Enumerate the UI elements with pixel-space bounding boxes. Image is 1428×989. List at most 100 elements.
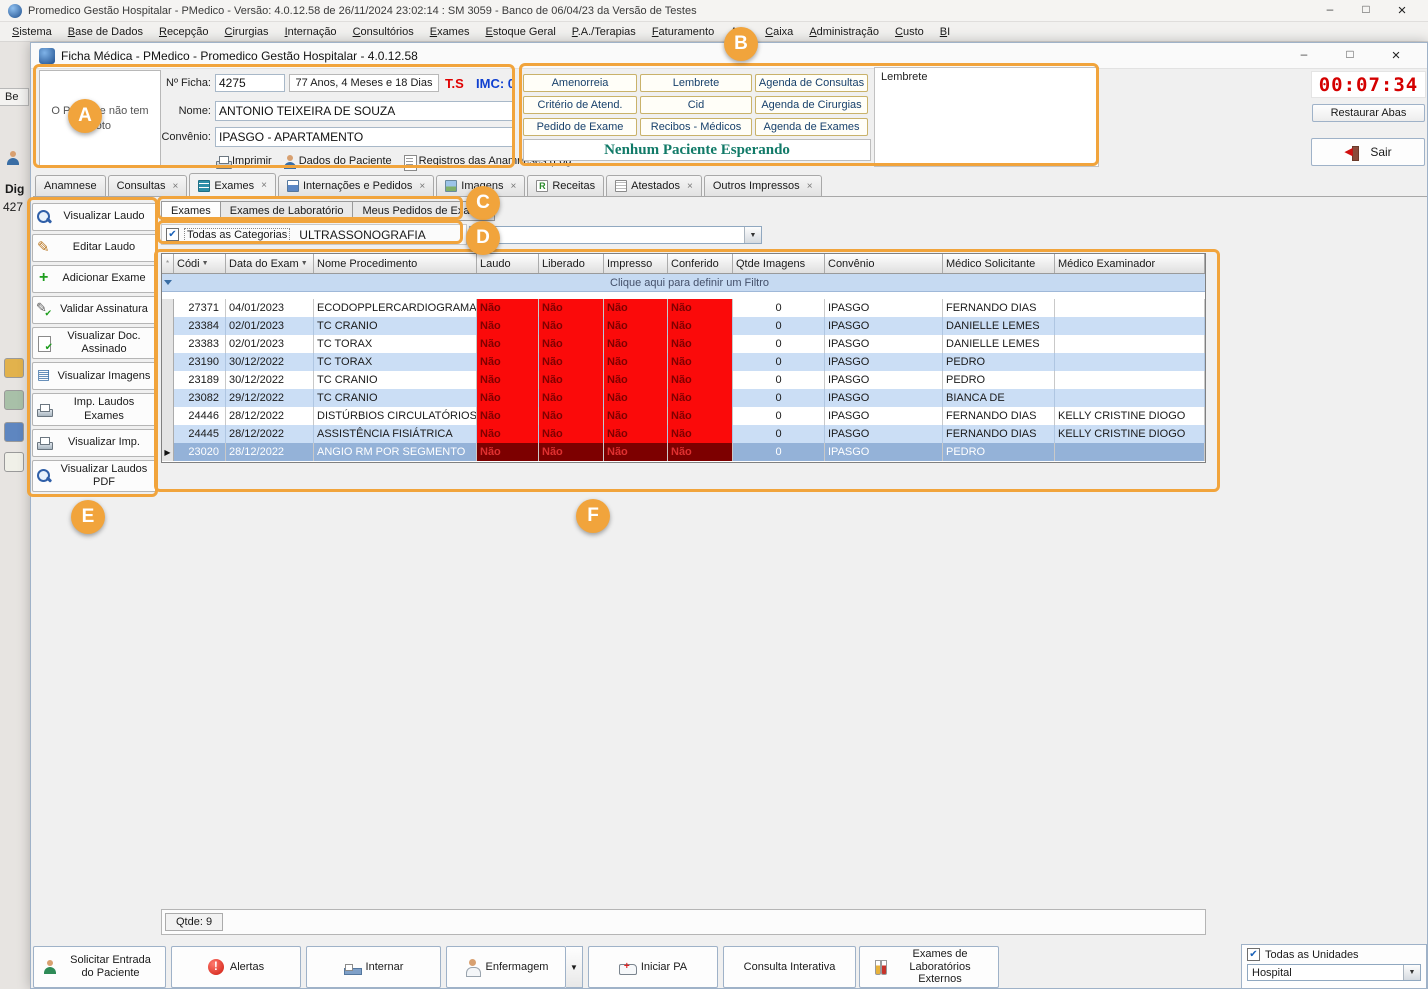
- menu-item-ans[interactable]: Ans: [722, 23, 757, 41]
- tab-imagens[interactable]: Imagens ×: [436, 175, 526, 196]
- exam-row[interactable]: 23082 29/12/2022 TC CRANIO Não Não Não Não 0 IPA…: [162, 389, 1205, 407]
- bottom-button-consulta-interativa[interactable]: Consulta Interativa: [723, 946, 856, 988]
- column-header-nome-procedimento[interactable]: Nome Procedimento: [314, 254, 477, 273]
- menu-item-internacao[interactable]: Internação: [277, 23, 345, 41]
- exam-row[interactable]: ▶ 23020 28/12/2022 ANGIO RM POR SEGMENTO Não…: [162, 443, 1205, 461]
- bottom-button-alertas[interactable]: Alertas: [171, 946, 301, 988]
- ficha-maximize-button[interactable]: □: [1327, 47, 1373, 61]
- menu-item-sistema[interactable]: Sistema: [4, 23, 60, 41]
- subtab-meus-pedidos-de-exame[interactable]: Meus Pedidos de Exame: [353, 201, 495, 221]
- todas-unidades-checkbox[interactable]: ✔: [1247, 948, 1260, 961]
- subtab-exames[interactable]: Exames: [161, 201, 221, 221]
- toolbar-button-visualizar-imagens[interactable]: Visualizar Imagens: [32, 362, 157, 391]
- column-header-impresso[interactable]: Impresso: [604, 254, 668, 273]
- subtab-exames-de-laboratorio[interactable]: Exames de Laboratório: [220, 201, 354, 221]
- column-header-medico-examinador[interactable]: Médico Examinador: [1055, 254, 1205, 273]
- tab-receitas[interactable]: Receitas: [527, 175, 605, 196]
- grid-filter-row[interactable]: Clique aqui para definir um Filtro: [162, 274, 1205, 292]
- filter-dropdown-icon[interactable]: ▼: [301, 260, 308, 267]
- background-tab-fragment[interactable]: Be: [0, 88, 29, 106]
- exam-row[interactable]: 23383 02/01/2023 TC TORAX Não Não Não Não 0 IPAS…: [162, 335, 1205, 353]
- quick-button-recibos-medicos[interactable]: Recibos - Médicos: [640, 118, 752, 136]
- background-icon-1[interactable]: [4, 358, 24, 378]
- bottom-button-solicitar-entrada-do-paciente[interactable]: Solicitar Entrada do Paciente: [33, 946, 166, 988]
- tab-consultas[interactable]: Consultas ×: [107, 175, 188, 196]
- ficha-number-input[interactable]: [215, 74, 285, 92]
- quick-button-criterio-de-atend[interactable]: Critério de Atend.: [523, 96, 637, 114]
- tab-close-icon[interactable]: ×: [419, 181, 425, 192]
- quick-button-agenda-de-exames[interactable]: Agenda de Exames: [755, 118, 868, 136]
- toolbar-button-visualizar-doc-assinado[interactable]: Visualizar Doc. Assinado: [32, 327, 157, 360]
- exam-row[interactable]: 23189 30/12/2022 TC CRANIO Não Não Não Não 0 IPA…: [162, 371, 1205, 389]
- toolbar-button-adicionar-exame[interactable]: Adicionar Exame: [32, 265, 157, 293]
- exam-row[interactable]: 23190 30/12/2022 TC TORAX Não Não Não Não 0 IPAS…: [162, 353, 1205, 371]
- bottom-button-exames-de-laboratorios-externos[interactable]: Exames de Laboratórios Externos: [859, 946, 999, 988]
- quick-button-agenda-de-consultas[interactable]: Agenda de Consultas: [755, 74, 868, 92]
- bottom-button-internar[interactable]: Internar: [306, 946, 441, 988]
- tab-atestados[interactable]: Atestados ×: [606, 175, 702, 196]
- restaurar-abas-button[interactable]: Restaurar Abas: [1312, 104, 1425, 122]
- chevron-down-icon[interactable]: ▼: [744, 227, 761, 243]
- minimize-button[interactable]: –: [1312, 2, 1348, 16]
- column-header-medico-solicitante[interactable]: Médico Solicitante: [943, 254, 1055, 273]
- background-icon-3[interactable]: [4, 422, 24, 442]
- menu-item-exames[interactable]: Exames: [422, 23, 478, 41]
- imc-label[interactable]: IMC: 0: [476, 76, 515, 91]
- tab-close-icon[interactable]: ×: [807, 181, 813, 192]
- menu-item-p-a-terapias[interactable]: P.A./Terapias: [564, 23, 644, 41]
- ts-label[interactable]: T.S: [445, 76, 464, 91]
- maximize-button[interactable]: □: [1348, 2, 1384, 16]
- quick-button-pedido-de-exame[interactable]: Pedido de Exame: [523, 118, 637, 136]
- close-button[interactable]: ×: [1384, 2, 1420, 19]
- ficha-minimize-button[interactable]: –: [1281, 47, 1327, 61]
- tab-close-icon[interactable]: ×: [261, 180, 267, 191]
- menu-item-faturamento[interactable]: Faturamento: [644, 23, 722, 41]
- menu-item-base-de-dados[interactable]: Base de Dados: [60, 23, 151, 41]
- unit-combobox[interactable]: Hospital ▼: [1247, 964, 1421, 981]
- patient-link-dados-do-paciente[interactable]: Dados do Paciente: [282, 154, 392, 169]
- menu-item-cirurgias[interactable]: Cirurgias: [217, 23, 277, 41]
- tab-internacoes-e-pedidos[interactable]: Internações e Pedidos ×: [277, 175, 435, 196]
- quick-button-agenda-de-cirurgias[interactable]: Agenda de Cirurgias: [755, 96, 868, 114]
- quick-button-amenorreia[interactable]: Amenorreia: [523, 74, 637, 92]
- category-combobox[interactable]: ▼: [469, 226, 762, 244]
- convenio-input[interactable]: [215, 127, 515, 147]
- toolbar-button-imp-laudos-exames[interactable]: Imp. Laudos Exames: [32, 393, 157, 426]
- menu-item-recepcao[interactable]: Recepção: [151, 23, 217, 41]
- filter-dropdown-icon[interactable]: ▼: [202, 260, 209, 267]
- chevron-down-icon[interactable]: ▼: [1403, 965, 1420, 980]
- menu-item-bi[interactable]: BI: [932, 23, 958, 41]
- column-header-convenio[interactable]: Convênio: [825, 254, 943, 273]
- bottom-button-enfermagem[interactable]: Enfermagem: [446, 946, 566, 988]
- tab-close-icon[interactable]: ×: [173, 181, 179, 192]
- tab-close-icon[interactable]: ×: [687, 181, 693, 192]
- tab-anamnese[interactable]: Anamnese: [35, 175, 106, 196]
- quick-button-cid[interactable]: Cid: [640, 96, 752, 114]
- column-header-conferido[interactable]: Conferido: [668, 254, 733, 273]
- column-header-liberado[interactable]: Liberado: [539, 254, 604, 273]
- menu-item-custo[interactable]: Custo: [887, 23, 932, 41]
- patient-link-imprimir[interactable]: Imprimir: [215, 154, 272, 169]
- exam-row[interactable]: 24445 28/12/2022 ASSISTÊNCIA FISIÁTRICA Não…: [162, 425, 1205, 443]
- patient-name-input[interactable]: [215, 101, 515, 121]
- menu-item-caixa[interactable]: Caixa: [757, 23, 801, 41]
- sair-button[interactable]: Sair: [1311, 138, 1425, 166]
- column-header-laudo[interactable]: Laudo: [477, 254, 539, 273]
- background-icon-2[interactable]: [4, 390, 24, 410]
- exam-row[interactable]: 27371 04/01/2023 ECODOPPLERCARDIOGRAMA Não N…: [162, 299, 1205, 317]
- toolbar-button-visualizar-imp[interactable]: Visualizar Imp.: [32, 428, 157, 457]
- todas-categorias-checkbox[interactable]: ✔: [166, 228, 179, 241]
- column-header-data-do-exam[interactable]: Data do Exam ▼: [226, 254, 314, 273]
- tab-exames[interactable]: Exames ×: [189, 173, 276, 197]
- tab-close-icon[interactable]: ×: [510, 181, 516, 192]
- ficha-close-button[interactable]: ×: [1373, 47, 1419, 64]
- background-icon-4[interactable]: [4, 452, 24, 472]
- toolbar-button-editar-laudo[interactable]: Editar Laudo: [32, 234, 157, 262]
- tab-outros-impressos[interactable]: Outros Impressos ×: [703, 175, 822, 196]
- menu-item-estoque-geral[interactable]: Estoque Geral: [477, 23, 563, 41]
- toolbar-button-validar-assinatura[interactable]: Validar Assinatura: [32, 296, 157, 324]
- dropdown-arrow-button[interactable]: ▼: [566, 946, 583, 988]
- quick-button-lembrete[interactable]: Lembrete: [640, 74, 752, 92]
- column-header-codi[interactable]: Códi ▼: [174, 254, 226, 273]
- exam-row[interactable]: 24446 28/12/2022 DISTÚRBIOS CIRCULATÓRIOS N…: [162, 407, 1205, 425]
